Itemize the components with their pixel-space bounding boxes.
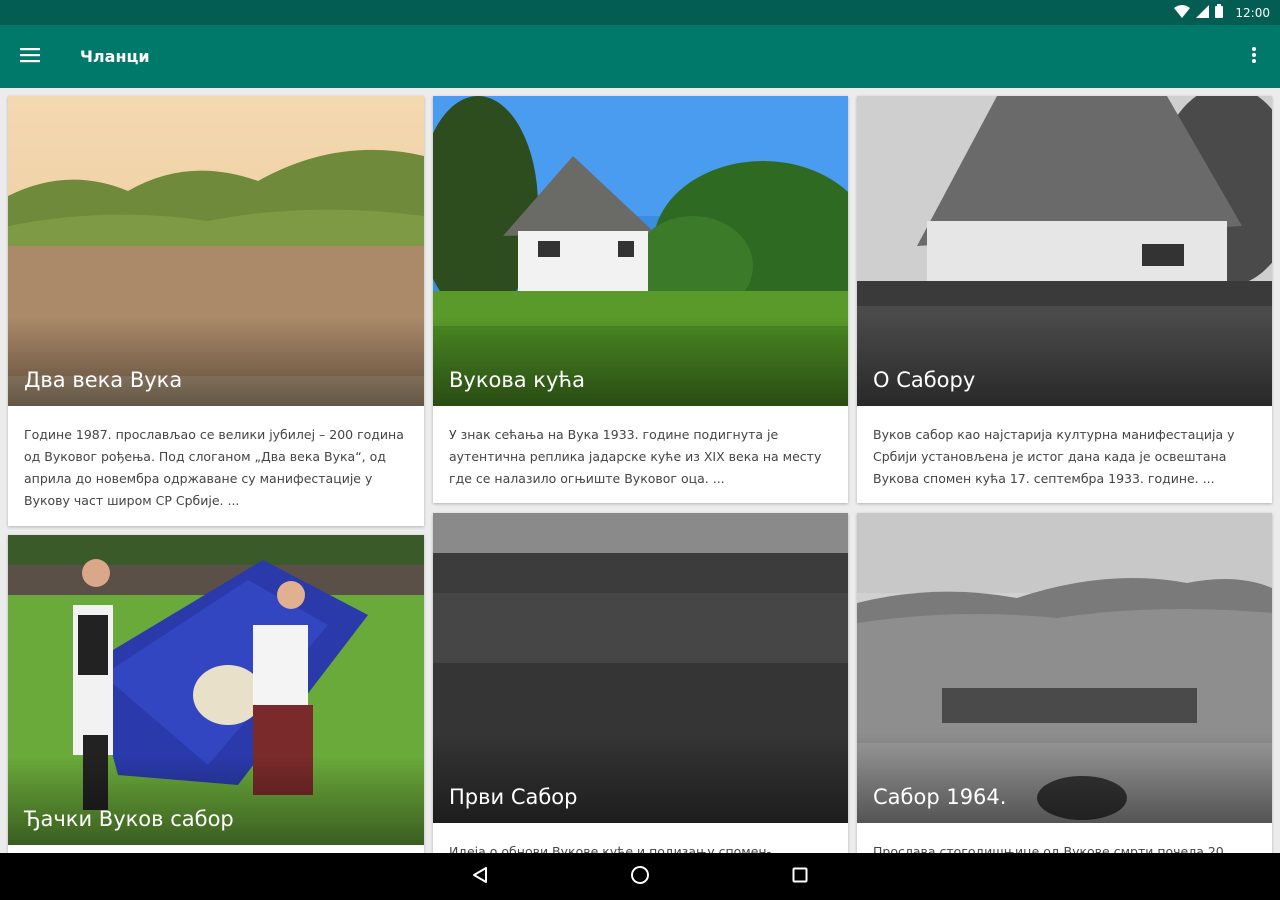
signal-icon xyxy=(1196,3,1210,22)
article-excerpt: Године 1987. прослављао се велики јубиле… xyxy=(24,427,404,508)
articles-grid: Два века Вука Године 1987. прослављао се… xyxy=(0,88,1280,853)
back-triangle-icon xyxy=(471,866,489,888)
article-title: Вукова кућа xyxy=(433,316,848,406)
system-nav-bar xyxy=(0,853,1280,900)
article-excerpt: Идеја о обнови Вукове куће и подизању сп… xyxy=(449,844,784,853)
article-card[interactable]: Ђачки Вуков сабор xyxy=(8,535,424,853)
article-card[interactable]: Вукова кућа У знак сећања на Вука 1933. … xyxy=(433,96,848,503)
home-circle-icon xyxy=(630,865,650,889)
article-image: Први Сабор xyxy=(433,513,848,823)
recents-button[interactable] xyxy=(780,857,820,897)
article-title: Ђачки Вуков сабор xyxy=(8,755,424,845)
article-image: О Сабору xyxy=(857,96,1272,406)
home-button[interactable] xyxy=(620,857,660,897)
article-card[interactable]: О Сабору Вуков сабор као најстарија култ… xyxy=(857,96,1272,503)
app-bar: Чланци xyxy=(0,25,1280,88)
article-image: Сабор 1964. xyxy=(857,513,1272,823)
article-excerpt xyxy=(8,845,424,853)
article-card[interactable]: Два века Вука Године 1987. прослављао се… xyxy=(8,96,424,526)
article-image: Ђачки Вуков сабор xyxy=(8,535,424,845)
recents-square-icon xyxy=(792,867,808,887)
article-excerpt: Прослава стогодишњице од Вукове смрти по… xyxy=(873,844,1236,853)
article-image: Вукова кућа xyxy=(433,96,848,406)
menu-button[interactable] xyxy=(0,25,60,88)
battery-icon xyxy=(1215,3,1224,22)
hamburger-menu-icon xyxy=(20,47,40,67)
status-bar: 12:00 xyxy=(0,0,1280,25)
overflow-menu-button[interactable] xyxy=(1240,40,1268,74)
article-excerpt: У знак сећања на Вука 1933. године подиг… xyxy=(449,427,822,486)
article-card[interactable]: Сабор 1964. Прослава стогодишњице од Вук… xyxy=(857,513,1272,853)
back-button[interactable] xyxy=(460,857,500,897)
more-vert-icon xyxy=(1251,46,1257,68)
article-title: О Сабору xyxy=(857,316,1272,406)
article-excerpt: Вуков сабор као најстарија културна мани… xyxy=(873,427,1235,486)
page-title: Чланци xyxy=(80,47,150,66)
article-title: Два века Вука xyxy=(8,316,424,406)
article-card[interactable]: Први Сабор Идеја о обнови Вукове куће и … xyxy=(433,513,848,853)
status-time: 12:00 xyxy=(1235,5,1270,20)
article-title: Сабор 1964. xyxy=(857,733,1272,823)
wifi-icon xyxy=(1174,3,1191,22)
article-image: Два века Вука xyxy=(8,96,424,406)
article-title: Први Сабор xyxy=(433,733,848,823)
